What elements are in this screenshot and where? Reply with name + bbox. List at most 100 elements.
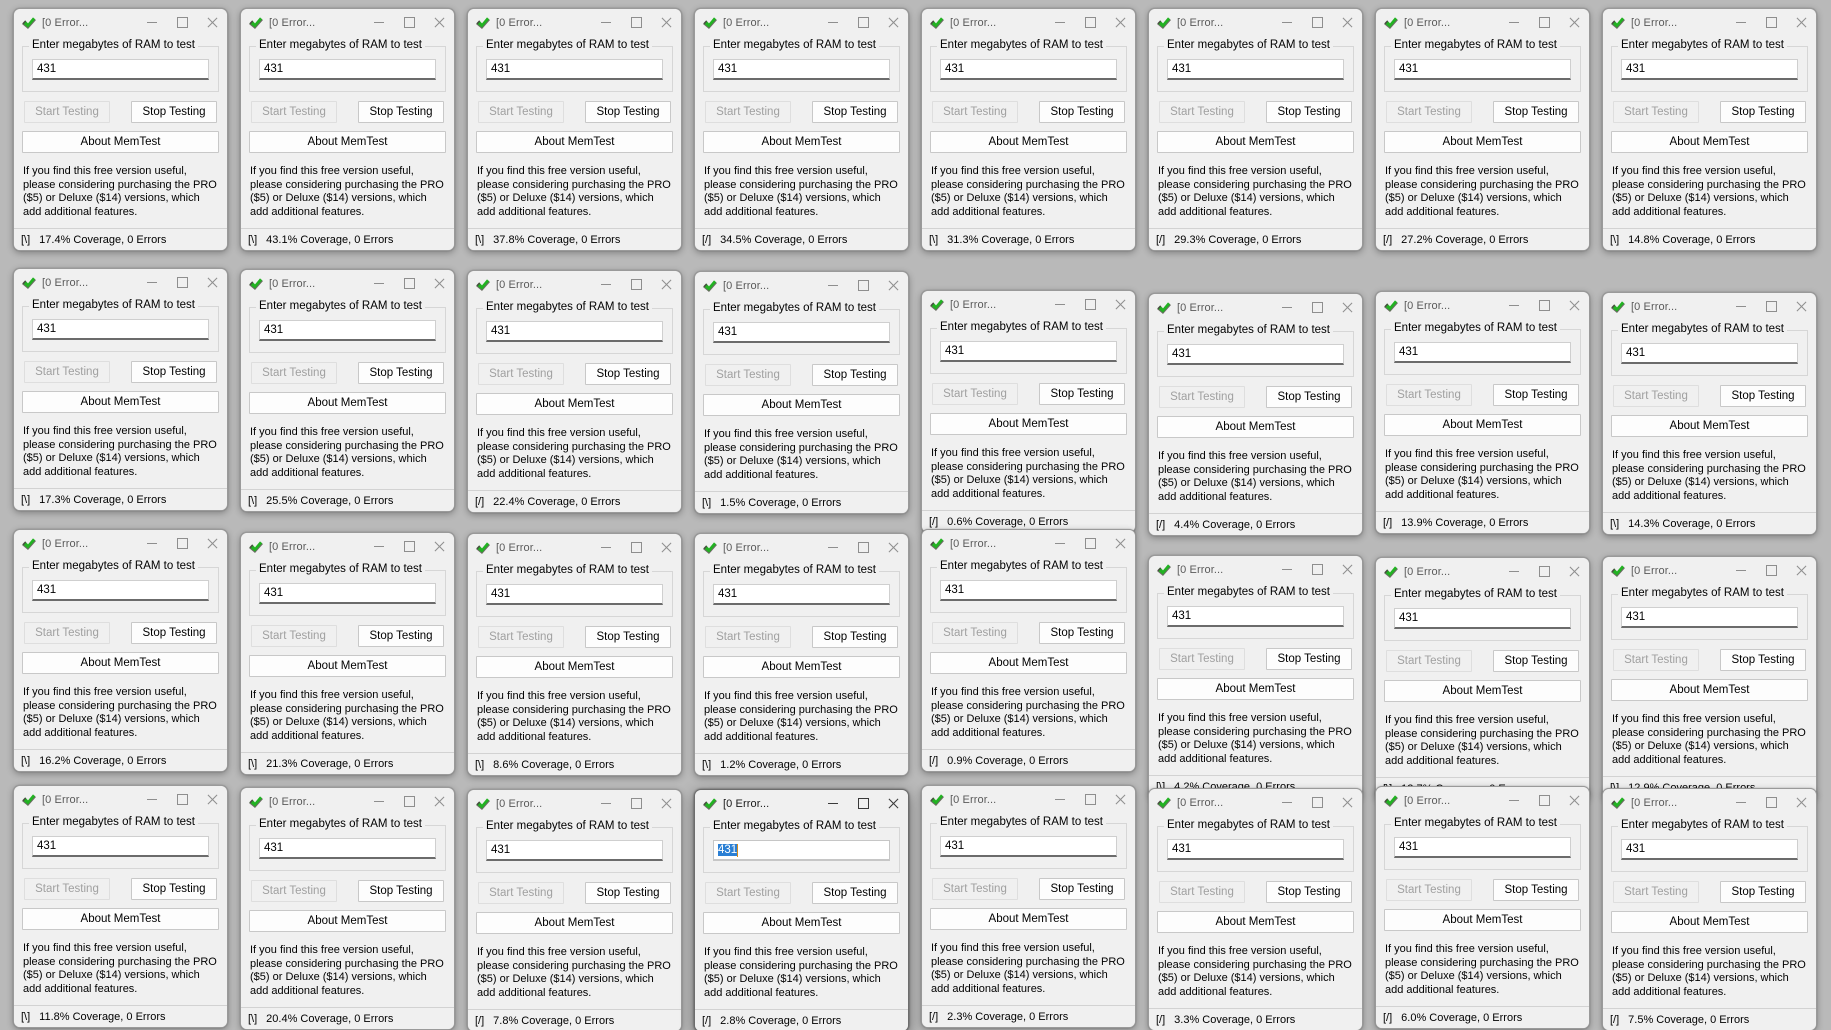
maximize-button[interactable] [621,9,651,36]
minimize-button[interactable] [818,272,848,299]
about-memtest-button[interactable]: About MemTest [1611,415,1808,437]
about-memtest-button[interactable]: About MemTest [1157,678,1354,700]
start-testing-button[interactable]: Start Testing [251,625,337,647]
window-titlebar[interactable]: [0 Error... [1603,789,1816,816]
window-titlebar[interactable]: [0 Error... [14,269,227,296]
memtest-window-24[interactable]: [0 Error... Enter megabytes of RAM to te… [1602,556,1817,799]
stop-testing-button[interactable]: Stop Testing [812,626,898,648]
ram-megabytes-input[interactable]: 431 [713,322,890,343]
ram-megabytes-input[interactable]: 431 [1167,839,1344,860]
minimize-button[interactable] [1726,557,1756,584]
ram-megabytes-input[interactable]: 431 [1167,344,1344,365]
start-testing-button[interactable]: Start Testing [251,362,337,384]
memtest-window-29[interactable]: [0 Error... Enter megabytes of RAM to te… [921,785,1136,1028]
window-titlebar[interactable]: [0 Error... [14,786,227,813]
about-memtest-button[interactable]: About MemTest [22,391,219,413]
stop-testing-button[interactable]: Stop Testing [812,101,898,123]
start-testing-button[interactable]: Start Testing [932,383,1018,405]
maximize-button[interactable] [848,9,878,36]
close-button[interactable] [1332,294,1362,321]
start-testing-button[interactable]: Start Testing [24,878,110,900]
maximize-button[interactable] [1075,530,1105,557]
ram-megabytes-input[interactable]: 431 [713,840,890,861]
start-testing-button[interactable]: Start Testing [705,101,791,123]
stop-testing-button[interactable]: Stop Testing [1266,101,1352,123]
window-titlebar[interactable]: [0 Error... [1149,556,1362,583]
start-testing-button[interactable]: Start Testing [1613,385,1699,407]
window-titlebar[interactable]: [0 Error... [695,9,908,36]
ram-megabytes-input[interactable]: 431 [1621,59,1798,80]
stop-testing-button[interactable]: Stop Testing [131,101,217,123]
maximize-button[interactable] [1756,557,1786,584]
about-memtest-button[interactable]: About MemTest [1611,131,1808,153]
ram-megabytes-input[interactable]: 431 [1621,343,1798,364]
close-button[interactable] [1559,9,1589,36]
memtest-window-4[interactable]: [0 Error... Enter megabytes of RAM to te… [694,8,909,251]
close-button[interactable] [197,786,227,813]
start-testing-button[interactable]: Start Testing [251,880,337,902]
stop-testing-button[interactable]: Stop Testing [1039,101,1125,123]
stop-testing-button[interactable]: Stop Testing [812,882,898,904]
window-titlebar[interactable]: [0 Error... [922,530,1135,557]
close-button[interactable] [878,534,908,561]
minimize-button[interactable] [1499,787,1529,814]
minimize-button[interactable] [1045,530,1075,557]
about-memtest-button[interactable]: About MemTest [249,910,446,932]
minimize-button[interactable] [137,530,167,557]
window-titlebar[interactable]: [0 Error... [1376,9,1589,36]
stop-testing-button[interactable]: Stop Testing [1039,622,1125,644]
memtest-window-16[interactable]: [0 Error... Enter megabytes of RAM to te… [1602,292,1817,535]
window-titlebar[interactable]: [0 Error... [695,272,908,299]
about-memtest-button[interactable]: About MemTest [930,131,1127,153]
ram-megabytes-input[interactable]: 431 [259,838,436,859]
window-titlebar[interactable]: [0 Error... [468,271,681,298]
start-testing-button[interactable]: Start Testing [932,878,1018,900]
start-testing-button[interactable]: Start Testing [478,626,564,648]
start-testing-button[interactable]: Start Testing [705,882,791,904]
stop-testing-button[interactable]: Stop Testing [131,878,217,900]
start-testing-button[interactable]: Start Testing [251,101,337,123]
maximize-button[interactable] [1302,789,1332,816]
close-button[interactable] [1105,530,1135,557]
about-memtest-button[interactable]: About MemTest [703,656,900,678]
minimize-button[interactable] [137,786,167,813]
stop-testing-button[interactable]: Stop Testing [1493,101,1579,123]
window-titlebar[interactable]: [0 Error... [1376,292,1589,319]
minimize-button[interactable] [1499,292,1529,319]
ram-megabytes-input[interactable]: 431 [940,341,1117,362]
start-testing-button[interactable]: Start Testing [1386,384,1472,406]
maximize-button[interactable] [621,790,651,817]
about-memtest-button[interactable]: About MemTest [930,413,1127,435]
memtest-window-13[interactable]: [0 Error... Enter megabytes of RAM to te… [921,290,1136,533]
maximize-button[interactable] [1529,558,1559,585]
minimize-button[interactable] [1499,558,1529,585]
minimize-button[interactable] [1272,789,1302,816]
memtest-window-22[interactable]: [0 Error... Enter megabytes of RAM to te… [1148,555,1363,798]
about-memtest-button[interactable]: About MemTest [22,908,219,930]
memtest-window-10[interactable]: [0 Error... Enter megabytes of RAM to te… [240,269,455,512]
maximize-button[interactable] [167,269,197,296]
maximize-button[interactable] [1529,9,1559,36]
start-testing-button[interactable]: Start Testing [1613,881,1699,903]
about-memtest-button[interactable]: About MemTest [22,652,219,674]
stop-testing-button[interactable]: Stop Testing [358,880,444,902]
maximize-button[interactable] [1756,293,1786,320]
minimize-button[interactable] [364,533,394,560]
ram-megabytes-input[interactable]: 431 [713,59,890,80]
minimize-button[interactable] [591,534,621,561]
ram-megabytes-input[interactable]: 431 [1621,607,1798,628]
close-button[interactable] [878,272,908,299]
window-titlebar[interactable]: [0 Error... [695,790,908,817]
maximize-button[interactable] [394,533,424,560]
window-titlebar[interactable]: [0 Error... [468,790,681,817]
about-memtest-button[interactable]: About MemTest [1384,909,1581,931]
stop-testing-button[interactable]: Stop Testing [131,622,217,644]
memtest-window-1[interactable]: [0 Error... Enter megabytes of RAM to te… [13,8,228,251]
ram-megabytes-input[interactable]: 431 [1167,59,1344,80]
start-testing-button[interactable]: Start Testing [24,101,110,123]
window-titlebar[interactable]: [0 Error... [241,533,454,560]
memtest-window-11[interactable]: [0 Error... Enter megabytes of RAM to te… [467,270,682,513]
maximize-button[interactable] [1302,9,1332,36]
memtest-window-5[interactable]: [0 Error... Enter megabytes of RAM to te… [921,8,1136,251]
close-button[interactable] [878,790,908,817]
